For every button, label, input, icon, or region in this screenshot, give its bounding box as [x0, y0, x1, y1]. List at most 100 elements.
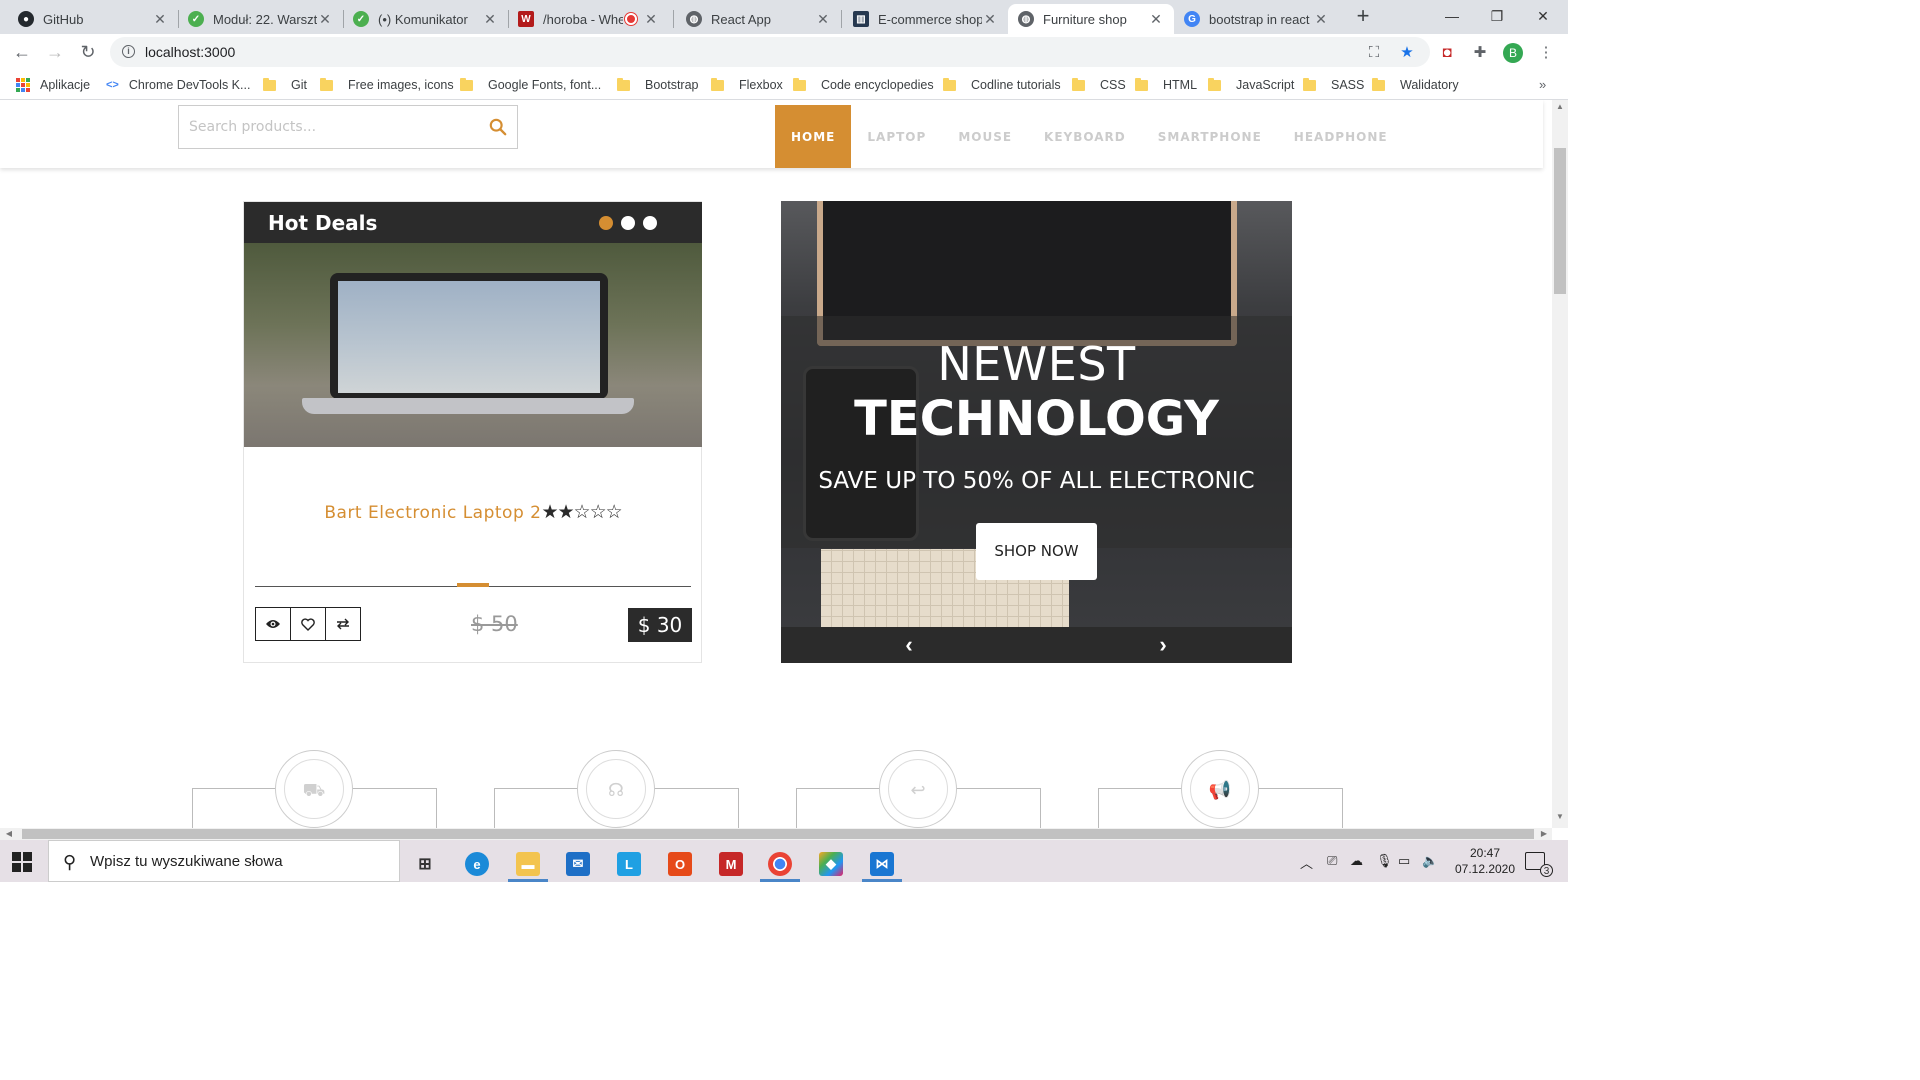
shop-now-button[interactable]: SHOP NOW — [976, 523, 1097, 580]
more-bookmarks-button[interactable]: » — [1539, 77, 1546, 92]
info-icon[interactable]: i — [122, 45, 135, 58]
close-icon[interactable]: ✕ — [643, 11, 659, 28]
tab-ecommerce-shop[interactable]: ▥ E-commerce shop ✕ — [843, 4, 1008, 34]
reload-button[interactable]: ↻ — [77, 42, 99, 64]
bookmark-star-icon[interactable]: ★ — [1397, 43, 1417, 63]
scroll-left-arrow[interactable]: ◀ — [2, 828, 16, 840]
launcher-l-icon[interactable]: L — [609, 846, 649, 882]
carousel-dot[interactable] — [621, 216, 635, 230]
scroll-right-arrow[interactable]: ▶ — [1537, 828, 1551, 840]
horizontal-scrollbar[interactable]: ◀ ▶ — [0, 828, 1552, 840]
windows-start-icon[interactable] — [12, 852, 32, 872]
menu-item-keyboard[interactable]: KEYBOARD — [1028, 105, 1142, 168]
extensions-icon[interactable]: ✚ — [1470, 43, 1490, 63]
restore-button[interactable]: ❐ — [1485, 5, 1509, 29]
onedrive-icon[interactable]: ☁ — [1350, 853, 1363, 869]
compare-arrows-icon — [337, 618, 349, 630]
office-icon[interactable]: O — [660, 846, 700, 882]
menu-kebab-icon[interactable]: ⋮ — [1536, 43, 1556, 63]
clock-time: 20:47 — [1469, 846, 1501, 860]
search-input[interactable] — [189, 116, 479, 138]
bookmark-apps[interactable]: Aplikacje — [16, 78, 90, 92]
microphone-icon[interactable]: 🎙 — [1376, 853, 1393, 869]
mail-icon[interactable]: ✉ — [558, 846, 598, 882]
scrollbar-thumb[interactable] — [1554, 148, 1566, 294]
bookmark-devtools[interactable]: <> Chrome DevTools K... — [106, 78, 250, 92]
feature-circle: ⛟ — [275, 750, 353, 828]
bookmark-folder[interactable]: SASS — [1303, 77, 1364, 92]
vscode-icon[interactable]: ⋈ — [862, 846, 902, 882]
new-tab-button[interactable]: + — [1352, 5, 1374, 28]
menu-item-smartphone[interactable]: SMARTPHONE — [1142, 105, 1278, 168]
product-image[interactable] — [244, 243, 702, 447]
menu-item-laptop[interactable]: LAPTOP — [851, 105, 942, 168]
bookmark-folder[interactable]: Codline tutorials — [943, 77, 1061, 92]
bookmark-folder[interactable]: Flexbox — [711, 77, 783, 92]
bookmark-folder[interactable]: Free images, icons — [320, 77, 454, 92]
bookmark-folder[interactable]: Git — [263, 77, 307, 92]
tab-react-app[interactable]: ◍ React App ✕ — [676, 4, 841, 34]
tab-kodilla-module[interactable]: ✓ Moduł: 22. Warsztaty ✕ — [178, 4, 343, 34]
menu-item-mouse[interactable]: MOUSE — [942, 105, 1028, 168]
edge-icon[interactable]: e — [457, 846, 497, 882]
bookmark-folder[interactable]: HTML — [1135, 77, 1197, 92]
carousel-dot[interactable] — [643, 216, 657, 230]
file-explorer-icon[interactable]: ▬ — [508, 846, 548, 882]
close-window-button[interactable]: ✕ — [1531, 5, 1555, 29]
close-icon[interactable]: ✕ — [1148, 11, 1164, 28]
tab-bootstrap-react[interactable]: G bootstrap in react ✕ — [1174, 4, 1339, 34]
taskbar-search-placeholder: Wpisz tu wyszukiwane słowa — [90, 853, 283, 870]
bookmark-folder[interactable]: CSS — [1072, 77, 1126, 92]
close-icon[interactable]: ✕ — [317, 11, 333, 28]
close-icon[interactable]: ✕ — [982, 11, 998, 28]
gitkraken-icon[interactable]: ◆ — [811, 846, 851, 882]
bookmark-folder[interactable]: Walidatory — [1372, 77, 1459, 92]
battery-icon[interactable]: ▭ — [1398, 853, 1410, 869]
bookmark-folder[interactable]: JavaScript — [1208, 77, 1294, 92]
bookmark-folder[interactable]: Google Fonts, font... — [460, 77, 601, 92]
carousel-dot[interactable] — [599, 216, 613, 230]
close-icon[interactable]: ✕ — [815, 11, 831, 28]
scrollbar-thumb[interactable] — [22, 829, 1534, 839]
volume-icon[interactable]: 🔈 — [1422, 853, 1438, 869]
quick-view-button[interactable] — [255, 607, 291, 641]
chrome-icon[interactable] — [760, 846, 800, 882]
back-button[interactable]: ← — [11, 42, 33, 64]
menu-item-home[interactable]: HOME — [775, 105, 852, 168]
chevron-right-icon[interactable]: › — [1153, 634, 1173, 656]
promo-nav: ‹ › — [781, 627, 1292, 663]
close-icon[interactable]: ✕ — [1313, 11, 1329, 28]
bookmark-folder[interactable]: Bootstrap — [617, 77, 699, 92]
forward-button[interactable]: → — [44, 42, 66, 64]
promo-banner: NEWEST TECHNOLOGY SAVE UP TO 50% OF ALL … — [781, 201, 1292, 663]
vertical-scrollbar[interactable]: ▲ ▼ — [1552, 100, 1568, 828]
compare-button[interactable] — [325, 607, 361, 641]
profile-avatar[interactable]: B — [1503, 43, 1523, 63]
task-view-icon[interactable]: ⊞ — [405, 846, 445, 882]
tab-furniture-shop[interactable]: ◍ Furniture shop ✕ — [1008, 4, 1174, 34]
favorite-button[interactable] — [290, 607, 326, 641]
close-icon[interactable]: ✕ — [152, 11, 168, 28]
tray-chevron-icon[interactable]: ︿ — [1300, 853, 1313, 872]
bookmark-folder[interactable]: Code encyclopedies — [793, 77, 934, 92]
minimize-button[interactable]: — — [1440, 5, 1464, 29]
chevron-left-icon[interactable]: ‹ — [899, 634, 919, 656]
address-bar[interactable]: i localhost:3000 — [110, 37, 1430, 67]
product-title[interactable]: Bart Electronic Laptop 2★★☆☆☆ — [244, 501, 702, 523]
scroll-up-arrow[interactable]: ▲ — [1552, 102, 1568, 116]
mcafee-icon[interactable]: M — [711, 846, 751, 882]
tab-wikipedia[interactable]: W /horoba - Whe ✕ — [508, 4, 673, 34]
menu-item-headphone[interactable]: HEADPHONE — [1278, 105, 1404, 168]
taskbar-search[interactable]: ⚲ Wpisz tu wyszukiwane słowa — [48, 840, 400, 882]
close-icon[interactable]: ✕ — [482, 11, 498, 28]
folder-icon — [460, 77, 473, 91]
meet-now-icon[interactable]: ⎚ — [1327, 853, 1337, 869]
search-icon[interactable] — [489, 118, 507, 136]
tab-github[interactable]: ● GitHub ✕ — [8, 4, 178, 34]
tab-komunikator[interactable]: ✓ (•) Komunikator ✕ — [343, 4, 508, 34]
scroll-down-arrow[interactable]: ▼ — [1552, 812, 1568, 826]
mcafee-extension-icon[interactable]: ◘ — [1437, 43, 1457, 63]
translate-icon[interactable]: ⛶ — [1364, 43, 1384, 63]
taskbar-clock[interactable]: 20:47 07.12.2020 — [1450, 845, 1520, 877]
notifications-icon[interactable]: 3 — [1525, 852, 1553, 877]
